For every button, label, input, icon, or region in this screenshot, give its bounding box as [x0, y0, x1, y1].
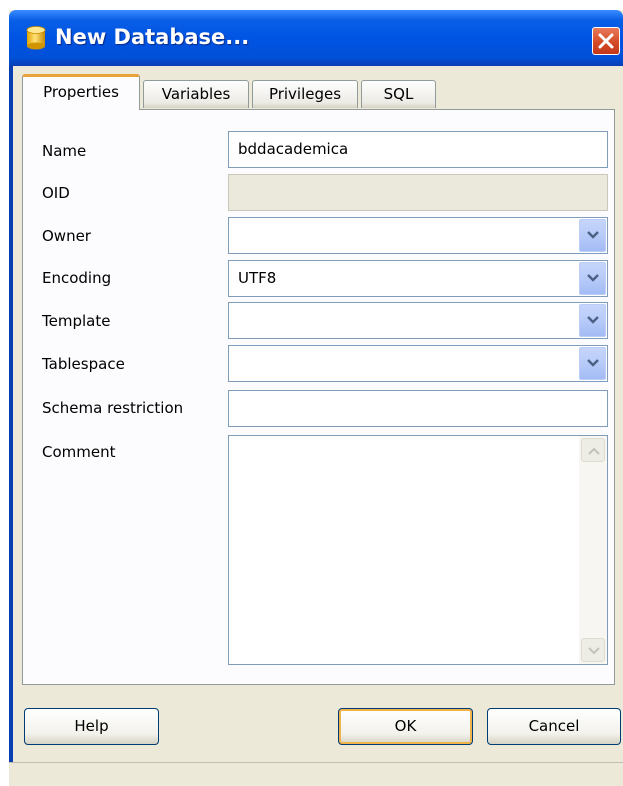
tablespace-select[interactable]	[228, 345, 608, 382]
tab-sql[interactable]: SQL	[361, 80, 436, 108]
chevron-up-icon	[588, 447, 600, 455]
tablespace-label: Tablespace	[42, 355, 125, 373]
close-button[interactable]	[592, 27, 620, 55]
schema-restriction-field[interactable]	[228, 390, 608, 427]
template-dropdown-button[interactable]	[579, 304, 606, 337]
new-database-dialog: New Database... Properties Variables Pri…	[9, 10, 623, 786]
encoding-label: Encoding	[42, 269, 112, 287]
owner-select[interactable]	[228, 217, 608, 254]
chevron-down-icon	[588, 647, 600, 655]
scroll-up-button[interactable]	[581, 438, 605, 462]
encoding-dropdown-button[interactable]	[579, 262, 606, 295]
cancel-button[interactable]: Cancel	[487, 708, 621, 745]
close-icon	[598, 33, 614, 49]
schema-restriction-label: Schema restriction	[42, 399, 184, 417]
ok-button[interactable]: OK	[338, 708, 473, 745]
tablespace-dropdown-button[interactable]	[579, 347, 606, 380]
name-field[interactable]: bddacademica	[228, 131, 608, 168]
title-bar[interactable]: New Database...	[9, 10, 623, 66]
tab-privileges[interactable]: Privileges	[252, 80, 358, 108]
tab-variables[interactable]: Variables	[143, 80, 249, 108]
comment-label: Comment	[42, 443, 116, 461]
encoding-value: UTF8	[238, 269, 277, 287]
name-label: Name	[42, 142, 87, 160]
scroll-down-button[interactable]	[581, 638, 605, 662]
template-label: Template	[42, 312, 111, 330]
status-bar	[9, 762, 623, 786]
chevron-down-icon	[587, 359, 599, 367]
owner-dropdown-button[interactable]	[579, 219, 606, 252]
tab-properties[interactable]: Properties	[22, 74, 140, 110]
template-select[interactable]	[228, 302, 608, 339]
chevron-down-icon	[587, 274, 599, 282]
help-button[interactable]: Help	[24, 708, 159, 745]
properties-panel: Name bddacademica OID Owner Encoding UTF…	[22, 109, 615, 685]
database-icon	[26, 26, 46, 50]
oid-field	[228, 174, 608, 211]
window-title: New Database...	[55, 25, 250, 49]
chevron-down-icon	[587, 316, 599, 324]
encoding-select[interactable]: UTF8	[228, 260, 608, 297]
comment-scrollbar[interactable]	[579, 436, 607, 664]
oid-label: OID	[42, 184, 70, 202]
window-border	[9, 66, 13, 785]
comment-textarea[interactable]	[228, 435, 608, 665]
owner-label: Owner	[42, 227, 91, 245]
chevron-down-icon	[587, 231, 599, 239]
